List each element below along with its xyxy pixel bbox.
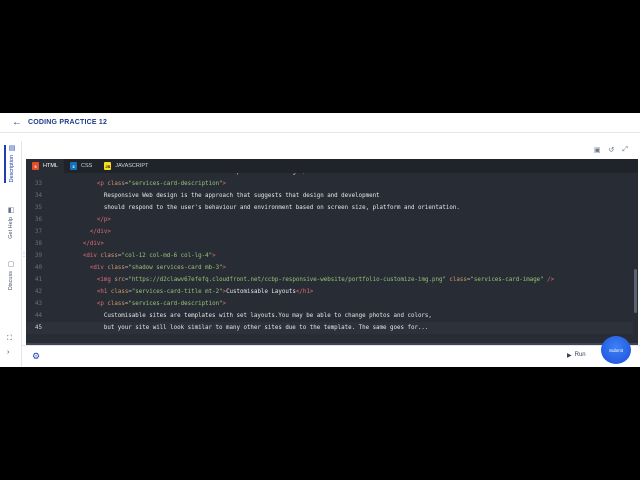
document-icon: ▤ bbox=[8, 145, 16, 152]
code-line: 33 <p class="services-card-description"> bbox=[35, 181, 227, 187]
tab-description-label: Description bbox=[9, 155, 15, 183]
editor-footer bbox=[22, 345, 640, 367]
editor-tabs: 5 HTML 3 CSS JS JAVASCRIPT bbox=[26, 159, 638, 173]
run-label: Run bbox=[574, 352, 586, 358]
html5-icon: 5 bbox=[32, 162, 39, 170]
code-line: 40 <div class="shadow services-card mb-3… bbox=[35, 265, 227, 271]
page-title: CODING PRACTICE 12 bbox=[28, 119, 108, 126]
play-icon: ▶ bbox=[567, 352, 572, 359]
tab-html[interactable]: 5 HTML bbox=[26, 159, 64, 173]
reset-icon[interactable]: ↺ bbox=[609, 146, 615, 154]
current-line-number: 45 bbox=[35, 325, 42, 331]
help-icon: ◧ bbox=[7, 207, 15, 214]
code-line: 38 </div> bbox=[35, 241, 104, 247]
editor-toolbar: ▣ ↺ ⤢ bbox=[26, 141, 638, 159]
tab-discuss-label: Discuss bbox=[8, 271, 14, 291]
tab-css-label: CSS bbox=[80, 163, 93, 169]
tab-description[interactable]: ▤ Description bbox=[4, 145, 18, 183]
video-letterbox-bottom bbox=[0, 367, 640, 480]
code-line: 42 <h1 class="services-card-title mt-2">… bbox=[35, 289, 314, 295]
save-icon[interactable]: ▣ bbox=[594, 146, 601, 154]
chat-icon: ▢ bbox=[7, 261, 15, 268]
tab-get-help[interactable]: ◧ Get Help bbox=[4, 207, 18, 239]
code-line: 41 <img src="https://d2clawv67efefq.clou… bbox=[35, 277, 555, 283]
video-letterbox-top bbox=[0, 0, 640, 113]
code-line-current: 45 but your site will look similar to ma… bbox=[26, 322, 638, 334]
code-editor: 5 HTML 3 CSS JS JAVASCRIPT 32 <h1 class=… bbox=[26, 159, 638, 345]
vertical-scrollbar[interactable] bbox=[633, 173, 638, 343]
submit-button[interactable]: Submit bbox=[601, 336, 631, 364]
code-line: 35 should respond to the user's behaviou… bbox=[35, 205, 460, 211]
expand-icon[interactable]: ⛶ bbox=[7, 335, 12, 343]
top-bar: ← CODING PRACTICE 12 bbox=[0, 113, 640, 133]
arrow-left-icon[interactable]: ← bbox=[12, 117, 22, 128]
code-line: 37 </div> bbox=[35, 229, 111, 235]
run-button[interactable]: ▶ Run bbox=[567, 349, 586, 361]
tab-discuss[interactable]: ▢ Discuss bbox=[4, 261, 18, 290]
chevron-right-icon[interactable]: › bbox=[7, 349, 9, 356]
tab-javascript-label: JAVASCRIPT bbox=[115, 163, 149, 169]
coding-practice-app: ← CODING PRACTICE 12 ▤ Description ◧ Get… bbox=[0, 113, 640, 367]
javascript-icon: JS bbox=[104, 162, 112, 170]
left-sidebar: ▤ Description ◧ Get Help ▢ Discuss ⛶ › bbox=[0, 141, 22, 367]
code-line: 34 Responsive Web design is the approach… bbox=[35, 193, 380, 199]
css3-icon: 3 bbox=[69, 162, 77, 170]
tab-css[interactable]: 3 CSS bbox=[64, 159, 98, 173]
code-line: 43 <p class="services-card-description"> bbox=[35, 301, 227, 307]
code-area[interactable]: 32 <h1 class="services-card-title mt-2">… bbox=[26, 173, 638, 343]
submit-label: Submit bbox=[608, 347, 623, 353]
code-line: 39 <div class="col-12 col-md-6 col-lg-4"… bbox=[35, 253, 216, 259]
code-line: 44 Customisable sites are templates with… bbox=[35, 313, 432, 319]
scrollbar-thumb[interactable] bbox=[634, 269, 637, 313]
tab-html-label: HTML bbox=[43, 163, 58, 169]
code-line: 36 </p> bbox=[35, 217, 111, 223]
tab-javascript[interactable]: JS JAVASCRIPT bbox=[98, 159, 154, 173]
tab-get-help-label: Get Help bbox=[8, 217, 14, 239]
fullscreen-icon[interactable]: ⤢ bbox=[622, 146, 628, 154]
gear-icon[interactable]: ⚙ bbox=[32, 351, 40, 362]
